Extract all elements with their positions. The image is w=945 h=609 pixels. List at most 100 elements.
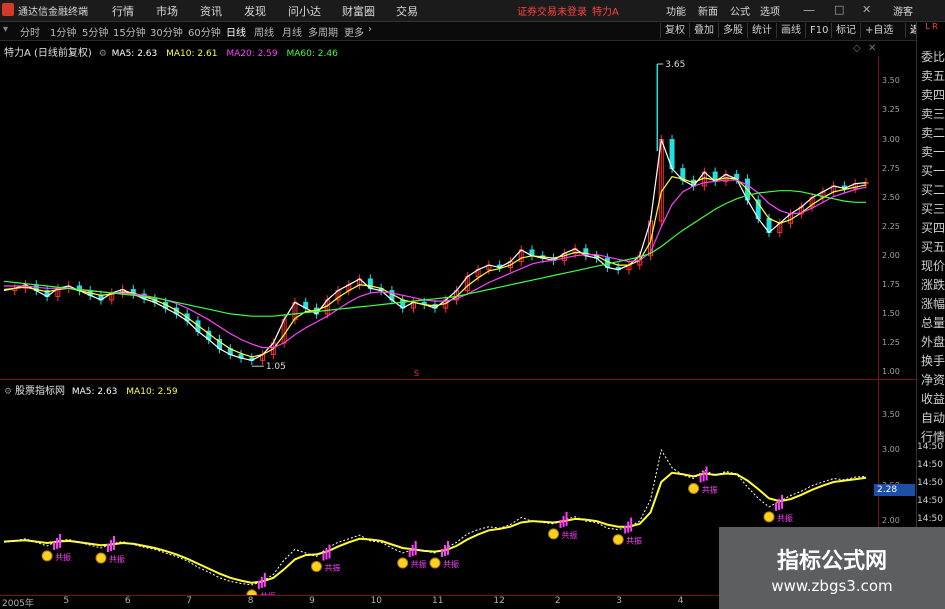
- price-tick: 3.50: [882, 76, 900, 86]
- tab-multi-period[interactable]: 多周期: [308, 24, 338, 39]
- signal-bar: [447, 540, 449, 555]
- signal-bar: [702, 470, 705, 482]
- toolbar-arrow-icon[interactable]: ▾: [3, 24, 8, 35]
- quote-field[interactable]: 卖三: [917, 105, 945, 122]
- quote-field[interactable]: 涨幅: [917, 295, 945, 312]
- tab-weekly[interactable]: 周线: [254, 24, 274, 39]
- quote-field[interactable]: 涨跌: [917, 276, 945, 293]
- main-chart[interactable]: 3.65 1.05 S: [0, 56, 878, 380]
- time-tick: 3: [616, 596, 623, 606]
- quote-field[interactable]: 买五: [917, 238, 945, 255]
- watermark-title: 指标公式网: [776, 549, 887, 574]
- indicator-tick: 3.00: [882, 445, 900, 455]
- price-tick: 1.00: [882, 367, 900, 376]
- quote-field[interactable]: 现价: [917, 257, 945, 274]
- signal-dot: [688, 482, 700, 494]
- maximize-icon[interactable]: □: [834, 3, 844, 16]
- time-tick: 8: [247, 596, 254, 606]
- tab-daily[interactable]: 日线: [226, 24, 246, 39]
- price-tick: 1.25: [882, 337, 900, 347]
- signal-bar: [257, 580, 260, 589]
- f10-button[interactable]: F10: [805, 23, 832, 38]
- quote-field[interactable]: 卖四: [917, 86, 945, 103]
- signal-bar: [328, 544, 331, 559]
- tab-intraday[interactable]: 分时: [20, 24, 40, 39]
- signal-label: 共振: [702, 484, 718, 494]
- time-tick: 4: [677, 596, 684, 606]
- signal-bar: [441, 548, 443, 557]
- menu-market[interactable]: 市场: [156, 3, 178, 19]
- signal-bar: [630, 517, 633, 532]
- signal-bar: [322, 552, 325, 561]
- chart-close-icon[interactable]: ✕: [868, 43, 876, 54]
- quote-field[interactable]: 换手: [917, 352, 945, 369]
- mark-button[interactable]: 标记: [831, 23, 860, 38]
- signal-bar: [325, 548, 328, 560]
- quote-field[interactable]: 卖五: [917, 67, 945, 84]
- tab-monthly[interactable]: 月线: [282, 24, 302, 39]
- signal-bar: [705, 466, 708, 481]
- side-panel-indicator: L R: [925, 22, 938, 31]
- signal-bar: [411, 544, 414, 556]
- menu-trade[interactable]: 交易: [396, 3, 418, 19]
- signal-bar: [260, 576, 263, 588]
- quote-field[interactable]: 净资: [917, 371, 945, 388]
- price-tick: 1.50: [882, 308, 900, 318]
- quote-field[interactable]: 卖一: [917, 143, 945, 160]
- trade-login-status[interactable]: 证券交易未登录: [517, 3, 587, 18]
- signal-dot: [246, 589, 258, 595]
- menu-news[interactable]: 资讯: [200, 3, 222, 19]
- time-tick: 11: [432, 596, 444, 606]
- app-logo-icon: [2, 3, 14, 16]
- close-icon[interactable]: ✕: [862, 3, 871, 16]
- chevron-right-icon[interactable]: ›: [368, 24, 372, 35]
- quote-field[interactable]: 自动: [917, 409, 945, 426]
- signal-bar: [627, 521, 630, 533]
- adjust-button[interactable]: 复权: [660, 23, 689, 38]
- quote-field[interactable]: 外盘: [917, 333, 945, 350]
- menu-discover[interactable]: 发现: [244, 3, 266, 19]
- statistics-button[interactable]: 统计: [747, 23, 776, 38]
- tab-more[interactable]: 更多: [344, 24, 364, 39]
- time-tick: 9: [309, 596, 315, 606]
- overlay-button[interactable]: 叠加: [689, 23, 718, 38]
- guest-user[interactable]: 游客: [893, 3, 913, 18]
- quote-field[interactable]: 买一: [917, 162, 945, 179]
- menu-quotes[interactable]: 行情: [112, 3, 134, 19]
- menu-assistant[interactable]: 问小达: [288, 3, 321, 19]
- signal-dot: [310, 561, 322, 573]
- ma-line-ma10: [3, 176, 867, 358]
- expand-diamond-icon[interactable]: ◇: [853, 43, 861, 54]
- function-button[interactable]: 功能: [666, 3, 686, 18]
- options-button[interactable]: 选项: [760, 3, 780, 18]
- quote-field[interactable]: 总量: [917, 314, 945, 331]
- signal-dot: [763, 511, 775, 523]
- tab-60min[interactable]: 60分钟: [188, 24, 221, 39]
- signal-label: 共振: [55, 552, 71, 562]
- tab-5min[interactable]: 5分钟: [82, 24, 108, 39]
- quote-field[interactable]: 委比: [917, 48, 945, 65]
- minimize-icon[interactable]: —: [803, 3, 815, 17]
- multi-stock-button[interactable]: 多股: [718, 23, 747, 38]
- tab-1min[interactable]: 1分钟: [50, 24, 76, 39]
- signal-label: 共振: [411, 559, 427, 569]
- indicator-tick: 2.00: [882, 516, 900, 526]
- tab-30min[interactable]: 30分钟: [150, 24, 183, 39]
- menu-wealth-circle[interactable]: 财富圈: [342, 3, 375, 19]
- trade-time: 14:50: [917, 514, 943, 524]
- quote-field[interactable]: 买三: [917, 200, 945, 217]
- new-page-button[interactable]: 新面: [698, 3, 718, 18]
- quote-field[interactable]: 卖二: [917, 124, 945, 141]
- price-tick: 2.00: [882, 250, 900, 260]
- quote-field[interactable]: 买二: [917, 181, 945, 198]
- add-watchlist-button[interactable]: +自选: [860, 23, 897, 38]
- tab-15min[interactable]: 15分钟: [113, 24, 146, 39]
- signal-bar: [56, 537, 59, 549]
- quote-field[interactable]: 买四: [917, 219, 945, 236]
- signal-dot: [41, 550, 53, 562]
- side-panel: L R 委比卖五卖四卖三卖二卖一买一买二买三买四买五现价涨跌涨幅总量外盘换手净资…: [916, 22, 945, 609]
- draw-line-button[interactable]: 画线: [776, 23, 805, 38]
- formula-button[interactable]: 公式: [730, 3, 750, 18]
- quote-field[interactable]: 收益: [917, 390, 945, 407]
- indicator-current-value: 2.28: [874, 484, 915, 496]
